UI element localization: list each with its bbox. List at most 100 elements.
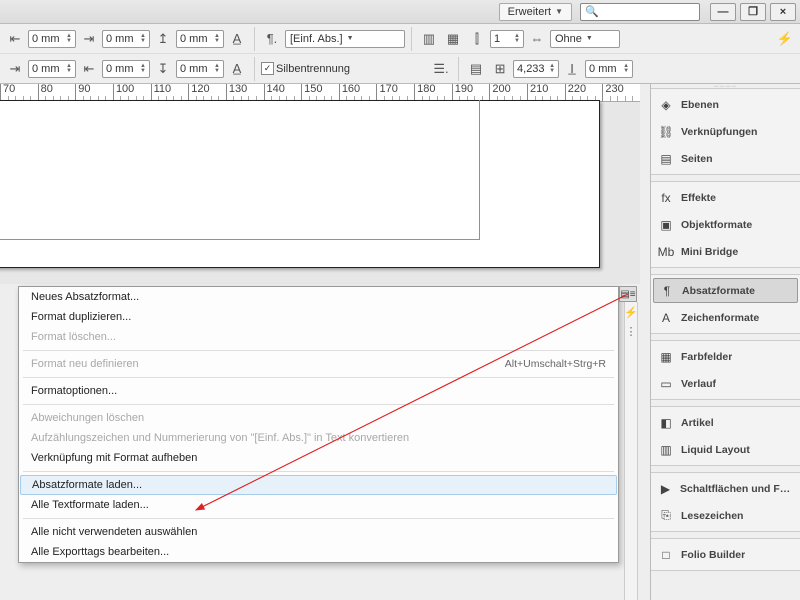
panel-label: Effekte xyxy=(681,192,716,204)
panel-group: ◈Ebenen⛓Verknüpfungen▤Seiten xyxy=(651,88,800,175)
menu-item-alle-textformate-laden[interactable]: Alle Textformate laden... xyxy=(19,495,618,515)
menu-item-label: Neues Absatzformat... xyxy=(31,291,139,303)
panel-group: ▦Farbfelder▭Verlauf xyxy=(651,340,800,400)
workspace-switcher[interactable]: Erweitert ▼ xyxy=(499,3,572,21)
panel-tab-mini-bridge[interactable]: MbMini Bridge xyxy=(651,238,800,265)
panel-label: Zeichenformate xyxy=(681,312,759,324)
panel-tab-folio-builder[interactable]: □Folio Builder xyxy=(651,541,800,568)
baseline-field[interactable]: 0 mm▲▼ xyxy=(585,60,633,78)
quick-apply-icon[interactable]: ⚡ xyxy=(774,28,796,50)
panel-group: □Folio Builder xyxy=(651,538,800,571)
space-before-icon[interactable]: ↥ xyxy=(152,28,174,50)
span-columns-icon[interactable]: ▦ xyxy=(442,28,464,50)
menu-item-aufz-hlungszeichen-und-nummerierung-von-einf-abs-in-text-konvertieren: Aufzählungszeichen und Nummerierung von … xyxy=(19,428,618,448)
hyphenation-checkbox[interactable]: ✓ xyxy=(261,62,274,75)
panel-dock: ┈┈┈┈◈Ebenen⛓Verknüpfungen▤SeitenfxEffekt… xyxy=(650,84,800,600)
panel-label: Verknüpfungen xyxy=(681,126,757,138)
space-after-icon[interactable]: ↧ xyxy=(152,58,174,80)
dropcap-lines-icon[interactable]: A̲ xyxy=(226,28,248,50)
panel-tab-lesezeichen[interactable]: ⎘Lesezeichen xyxy=(651,502,800,529)
panel-tab-ebenen[interactable]: ◈Ebenen xyxy=(651,91,800,118)
indent-right-icon[interactable]: ⇥ xyxy=(4,58,26,80)
panel-icon: A xyxy=(657,310,675,326)
menu-item-label: Alle Textformate laden... xyxy=(31,499,149,511)
menu-separator xyxy=(23,350,614,351)
indent-left-field[interactable]: 0 mm▲▼ xyxy=(28,30,76,48)
columns-field[interactable]: 1▲▼ xyxy=(490,30,524,48)
margin-guide xyxy=(0,100,480,240)
panel-label: Verlauf xyxy=(681,378,716,390)
menu-shortcut: Alt+Umschalt+Strg+R xyxy=(505,358,606,370)
baseline-icon: I̲ xyxy=(561,58,583,80)
title-bar: Erweitert ▼ 🔍 — ❐ × xyxy=(0,0,800,24)
panel-icon: ▣ xyxy=(657,217,675,233)
panel-tab-effekte[interactable]: fxEffekte xyxy=(651,184,800,211)
columns-icon[interactable]: ▥ xyxy=(418,28,440,50)
panel-tab-artikel[interactable]: ◧Artikel xyxy=(651,409,800,436)
panel-icon: ▶ xyxy=(657,481,674,497)
handle-icon[interactable]: ⋮ xyxy=(626,325,637,338)
paragraph-style-dropdown[interactable]: [Einf. Abs.]▼ xyxy=(285,30,405,48)
document-area: 7080901001101201301401501601701801902002… xyxy=(0,84,640,284)
minimize-button[interactable]: — xyxy=(710,3,736,21)
panel-tab-verkn-pfungen[interactable]: ⛓Verknüpfungen xyxy=(651,118,800,145)
menu-item-label: Format duplizieren... xyxy=(31,311,131,323)
space-before-field[interactable]: 0 mm▲▼ xyxy=(176,30,224,48)
menu-item-label: Formatoptionen... xyxy=(31,385,117,397)
panel-tab-objektformate[interactable]: ▣ Objektformate xyxy=(651,211,800,238)
search-icon: 🔍 xyxy=(585,5,599,18)
panel-tab-zeichenformate[interactable]: A Zeichenformate xyxy=(651,304,800,331)
menu-item-neues-absatzformat[interactable]: Neues Absatzformat... xyxy=(19,287,618,307)
panel-group: ▶Schaltflächen und For…⎘Lesezeichen xyxy=(651,472,800,532)
close-button[interactable]: × xyxy=(770,3,796,21)
space-after-field[interactable]: 0 mm▲▼ xyxy=(176,60,224,78)
panel-label: Objektformate xyxy=(681,219,752,231)
panel-icon: ¶ xyxy=(658,283,676,299)
panel-icon: □ xyxy=(657,547,675,563)
lightning-icon[interactable]: ⚡ xyxy=(624,306,638,319)
chevron-down-icon: ▼ xyxy=(555,7,563,16)
restore-button[interactable]: ❐ xyxy=(740,3,766,21)
panel-tab-seiten[interactable]: ▤Seiten xyxy=(651,145,800,172)
indent-first-icon[interactable]: ⇥ xyxy=(78,28,100,50)
indent-right-field[interactable]: 0 mm▲▼ xyxy=(28,60,76,78)
panel-label: Seiten xyxy=(681,153,713,165)
search-input[interactable]: 🔍 xyxy=(580,3,700,21)
panel-menu-button[interactable]: ▤≡ xyxy=(619,286,637,302)
canvas[interactable] xyxy=(0,102,640,284)
align-mode-dropdown[interactable]: Ohne▼ xyxy=(550,30,620,48)
indent-left-icon[interactable]: ⇤ xyxy=(4,28,26,50)
balance-icon[interactable]: ⇔ xyxy=(526,28,548,50)
bullets-icon[interactable]: ☰. xyxy=(430,58,452,80)
panel-tab-schaltfl-chen-und-for-[interactable]: ▶Schaltflächen und For… xyxy=(651,475,800,502)
indent-last-field[interactable]: 0 mm▲▼ xyxy=(102,60,150,78)
panel-tab-absatzformate[interactable]: ¶Absatzformate xyxy=(653,278,798,303)
grid-align-icon[interactable]: ▤ xyxy=(465,58,487,80)
panel-tab-liquid-layout[interactable]: ▥Liquid Layout xyxy=(651,436,800,463)
panel-label: Mini Bridge xyxy=(681,246,738,258)
menu-item-absatzformate-laden[interactable]: Absatzformate laden... xyxy=(20,475,617,495)
menu-item-verkn-pfung-mit-format-aufheben[interactable]: Verknüpfung mit Format aufheben xyxy=(19,448,618,468)
panel-icon: ▦ xyxy=(657,349,675,365)
menu-item-format-duplizieren[interactable]: Format duplizieren... xyxy=(19,307,618,327)
panel-tab-farbfelder[interactable]: ▦Farbfelder xyxy=(651,343,800,370)
menu-item-alle-nicht-verwendeten-ausw-hlen[interactable]: Alle nicht verwendeten auswählen xyxy=(19,522,618,542)
indent-last-icon[interactable]: ⇤ xyxy=(78,58,100,80)
menu-item-alle-exporttags-bearbeiten[interactable]: Alle Exporttags bearbeiten... xyxy=(19,542,618,562)
menu-item-label: Format löschen... xyxy=(31,331,116,343)
panel-flyout-menu: Neues Absatzformat... Format duplizieren.… xyxy=(18,286,619,563)
tracking-field[interactable]: 4,233▲▼ xyxy=(513,60,559,78)
collapsed-panel-strip: ⚡ ⋮ xyxy=(624,302,638,600)
split-columns-icon[interactable]: ⫿ xyxy=(466,28,488,50)
indent-first-field[interactable]: 0 mm▲▼ xyxy=(102,30,150,48)
menu-separator xyxy=(23,518,614,519)
panel-tab-verlauf[interactable]: ▭Verlauf xyxy=(651,370,800,397)
grid-baseline-icon[interactable]: ⊞ xyxy=(489,58,511,80)
menu-separator xyxy=(23,377,614,378)
menu-item-label: Absatzformate laden... xyxy=(32,479,142,491)
menu-item-label: Alle nicht verwendeten auswählen xyxy=(31,526,197,538)
dropcap-chars-icon[interactable]: A̲ xyxy=(226,58,248,80)
menu-item-label: Abweichungen löschen xyxy=(31,412,144,424)
menu-item-formatoptionen[interactable]: Formatoptionen... xyxy=(19,381,618,401)
panel-icon: ▥ xyxy=(657,442,675,458)
